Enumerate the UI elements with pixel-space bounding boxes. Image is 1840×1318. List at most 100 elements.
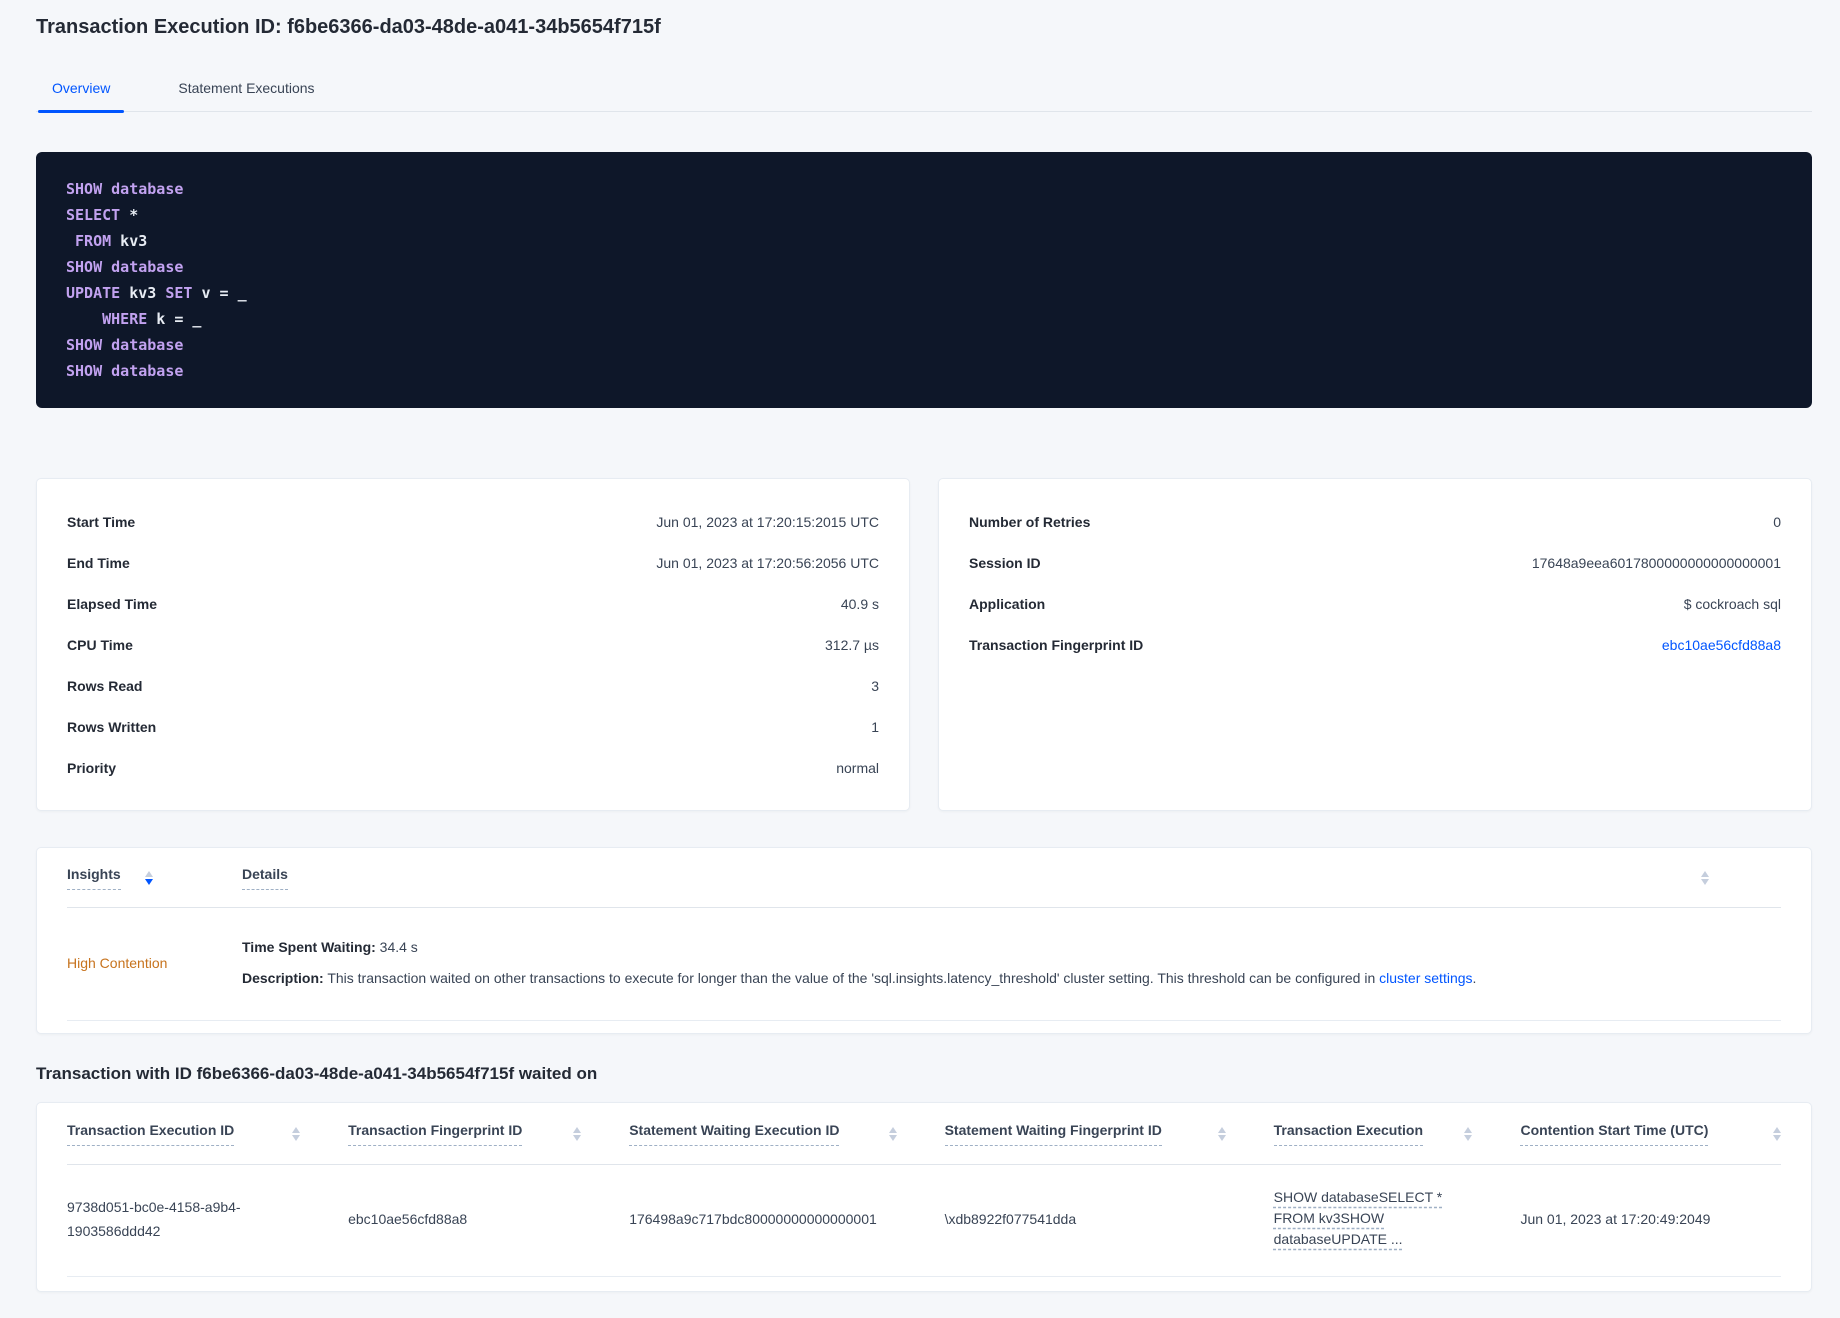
detail-label: Number of Retries — [969, 513, 1091, 530]
detail-value: $ cockroach sql — [1683, 595, 1781, 612]
tab-overview[interactable]: Overview — [38, 80, 125, 113]
table-column-header[interactable]: Statement Waiting Execution ID — [629, 1122, 944, 1146]
sort-up-arrow-icon — [144, 870, 153, 877]
detail-value: 1 — [871, 718, 879, 735]
sql-line: SHOW database — [66, 358, 1782, 384]
detail-label: Start Time — [67, 513, 136, 530]
table-cell: ebc10ae56cfd88a8 — [348, 1210, 468, 1227]
transaction-execution-id-value: 9738d051-bc0e-4158-a9b4-1903586ddd42 — [67, 1198, 241, 1239]
waited-table-header: Transaction Execution ID Transaction Fing… — [67, 1103, 1781, 1165]
table-column-header[interactable]: Transaction Execution ID — [67, 1122, 348, 1146]
sql-keyword: SHOW database — [66, 258, 184, 276]
insights-card: Insights Details High Contention Time Sp… — [36, 847, 1812, 1034]
page: Transaction Execution ID: f6be6366-da03-… — [0, 0, 1840, 1292]
sql-line: SHOW database — [66, 254, 1782, 280]
sort-down-arrow-icon — [1773, 1134, 1781, 1141]
cluster-settings-link[interactable]: cluster settings — [1379, 970, 1472, 986]
sort-up-arrow-icon — [888, 1126, 897, 1133]
sort-down-arrow-icon — [573, 1134, 582, 1141]
detail-value: 0 — [1773, 513, 1781, 530]
sort-icon[interactable] — [1217, 1126, 1226, 1141]
detail-label: Session ID — [969, 554, 1041, 571]
sort-up-arrow-icon — [1464, 1126, 1473, 1133]
column-label: Statement Waiting Execution ID — [629, 1122, 840, 1146]
detail-label: Rows Read — [67, 677, 143, 694]
sql-keyword: SHOW database — [66, 362, 184, 380]
sort-icon[interactable] — [1464, 1126, 1473, 1141]
table-column-header[interactable]: Transaction Execution — [1273, 1122, 1521, 1146]
time-spent-waiting-value: 34.4 s — [375, 939, 418, 955]
insights-column-header[interactable]: Insights — [67, 866, 121, 890]
detail-value: 17648a9eea6017800000000000000001 — [1531, 554, 1781, 571]
detail-value: 3 — [871, 677, 879, 694]
sort-down-arrow-icon — [1464, 1134, 1473, 1141]
detail-label: CPU Time — [67, 636, 133, 653]
insights-table-header: Insights Details — [67, 848, 1781, 908]
sql-text: * — [120, 206, 139, 224]
sort-icon[interactable] — [573, 1126, 582, 1141]
sort-down-arrow-icon — [1217, 1134, 1226, 1141]
sql-text: kv3 — [111, 232, 148, 250]
transaction-execution-link[interactable]: SHOW databaseSELECT * FROM kv3SHOW datab… — [1274, 1187, 1449, 1250]
sql-text: kv3 — [120, 284, 166, 302]
table-column-header[interactable]: Statement Waiting Fingerprint ID — [944, 1122, 1274, 1146]
sql-keyword: SHOW database — [66, 180, 184, 198]
time-spent-waiting-line: Time Spent Waiting: 34.4 s — [242, 932, 1781, 963]
detail-row: Transaction Fingerprint ID ebc10ae56cfd88… — [969, 624, 1781, 665]
page-title: Transaction Execution ID: f6be6366-da03-… — [36, 16, 661, 38]
transaction-timing-card: Start Time Jun 01, 2023 at 17:20:15:2015 … — [36, 478, 910, 811]
sort-icon[interactable] — [1773, 1126, 1781, 1141]
detail-label: Elapsed Time — [67, 595, 158, 612]
sql-statement-box: SHOW database SELECT * FROM kv3 SHOW datab… — [36, 152, 1812, 408]
column-label: Contention Start Time (UTC) — [1520, 1122, 1709, 1146]
table-cell: Jun 01, 2023 at 17:20:49:2049 — [1520, 1210, 1711, 1227]
detail-row: Priority normal — [67, 747, 879, 788]
detail-row: Rows Read 3 — [67, 665, 879, 706]
sort-icon[interactable] — [292, 1126, 301, 1141]
detail-row: End Time Jun 01, 2023 at 17:20:56:2056 UT… — [67, 542, 879, 583]
transaction-fingerprint-link[interactable]: ebc10ae56cfd88a8 — [1662, 637, 1781, 653]
table-column-header[interactable]: Transaction Fingerprint ID — [348, 1122, 629, 1146]
column-label: Transaction Fingerprint ID — [348, 1122, 523, 1146]
description-text: This transaction waited on other transac… — [323, 970, 1380, 986]
waited-table-body: 9738d051-bc0e-4158-a9b4-1903586ddd42 ebc1… — [67, 1165, 1781, 1277]
insight-row: High Contention Time Spent Waiting: 34.4… — [67, 908, 1781, 1021]
detail-label: Application — [969, 595, 1046, 612]
sql-line: SELECT * — [66, 202, 1782, 228]
detail-row: Start Time Jun 01, 2023 at 17:20:15:2015 … — [67, 501, 879, 542]
detail-row: Rows Written 1 — [67, 706, 879, 747]
sort-icon[interactable] — [888, 1126, 897, 1141]
column-label: Statement Waiting Fingerprint ID — [944, 1122, 1162, 1146]
waited-on-table-card: Transaction Execution ID Transaction Fing… — [36, 1102, 1812, 1292]
insights-column: Insights — [67, 866, 242, 890]
sql-keyword: SET — [165, 284, 193, 302]
sql-line: SHOW database — [66, 176, 1782, 202]
sort-up-arrow-icon — [292, 1126, 301, 1133]
table-column-header[interactable]: Contention Start Time (UTC) — [1520, 1122, 1781, 1146]
column-label: Transaction Execution ID — [67, 1122, 235, 1146]
sort-down-arrow-icon — [1701, 878, 1709, 885]
detail-value: 312.7 µs — [825, 636, 879, 653]
sql-keyword: WHERE — [66, 310, 148, 328]
transaction-meta-card: Number of Retries 0 Session ID 17648a9eea60… — [938, 478, 1812, 811]
detail-label: Transaction Fingerprint ID — [969, 636, 1144, 653]
detail-label: End Time — [67, 554, 130, 571]
table-cell: 176498a9c717bdc80000000000000001 — [629, 1210, 877, 1227]
detail-row: Application $ cockroach sql — [969, 583, 1781, 624]
table-row: 9738d051-bc0e-4158-a9b4-1903586ddd42 ebc1… — [67, 1165, 1781, 1277]
detail-value: 40.9 s — [840, 595, 879, 612]
details-column-header[interactable]: Details — [242, 866, 288, 890]
detail-label: Priority — [67, 759, 117, 776]
sort-icon[interactable] — [1701, 870, 1709, 885]
detail-row: Number of Retries 0 — [969, 501, 1781, 542]
sql-line: FROM kv3 — [66, 228, 1782, 254]
sql-line: WHERE k = _ — [66, 306, 1782, 332]
detail-row: Session ID 17648a9eea60178000000000000000… — [969, 542, 1781, 583]
tab-statement-executions[interactable]: Statement Executions — [164, 80, 328, 111]
sql-keyword: SHOW database — [66, 336, 184, 354]
detail-value: normal — [836, 759, 879, 776]
sql-line: SHOW database — [66, 332, 1782, 358]
sort-icon[interactable] — [144, 870, 153, 885]
table-cell: SHOW databaseSELECT * FROM kv3SHOW datab… — [1274, 1187, 1521, 1250]
details-cards-row: Start Time Jun 01, 2023 at 17:20:15:2015 … — [36, 478, 1812, 811]
